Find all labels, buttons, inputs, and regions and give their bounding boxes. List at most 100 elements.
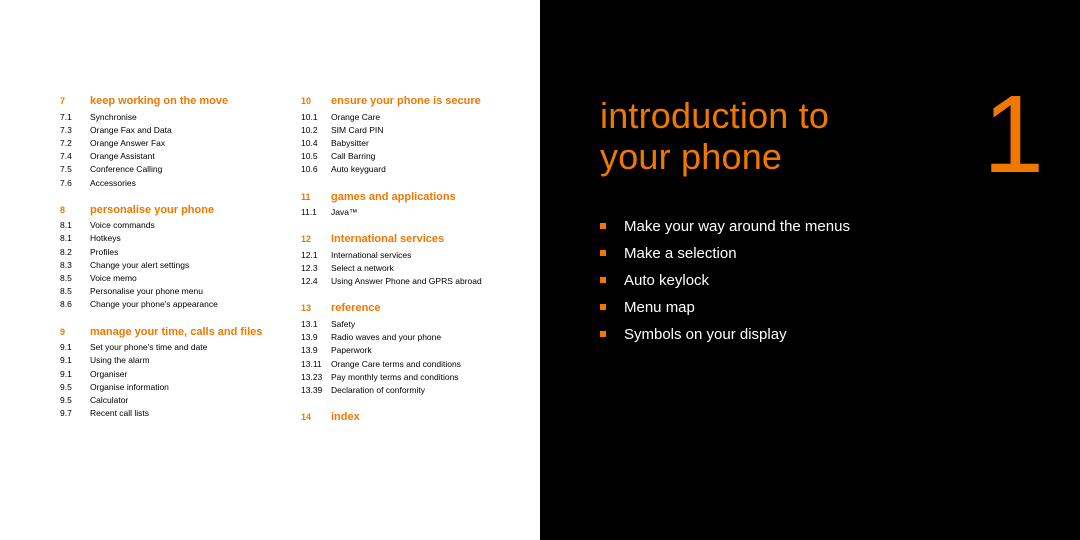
toc-entry: Synchronise (90, 111, 137, 124)
left-page: 7 keep working on the move 7.1Synchronis… (0, 0, 540, 540)
toc-entry: Conference Calling (90, 163, 162, 176)
toc-entry-num: 9.7 (60, 407, 90, 420)
toc-entry-num: 7.4 (60, 150, 90, 163)
toc-entry-num: 13.9 (301, 344, 331, 357)
toc-entry: Paperwork (331, 344, 372, 357)
toc-entry: Orange Care (331, 111, 380, 124)
toc-entry-num: 10.6 (301, 163, 331, 176)
toc-heading: reference (331, 302, 381, 315)
toc-entry: Voice memo (90, 272, 137, 285)
toc-entry: Safety (331, 318, 355, 331)
toc-entry-num: 10.1 (301, 111, 331, 124)
toc-entry-num: 9.1 (60, 354, 90, 367)
toc-chapter-number: 14 (301, 412, 331, 422)
toc-entry-num: 13.9 (301, 331, 331, 344)
toc-entry-num: 12.4 (301, 275, 331, 288)
square-bullet-icon (600, 331, 606, 337)
toc-entry: Change your phone's appearance (90, 298, 218, 311)
chapter-title-line1: introduction to (600, 95, 829, 136)
bullet-text: Make your way around the menus (624, 218, 850, 235)
toc-entry: Orange Answer Fax (90, 137, 165, 150)
toc-section: 14 index (301, 411, 510, 424)
toc-entry: Personalise your phone menu (90, 285, 203, 298)
toc-entry-num: 9.1 (60, 341, 90, 354)
toc-entry: Java™ (331, 206, 357, 219)
toc-entry: Calculator (90, 394, 128, 407)
toc-entry: Using Answer Phone and GPRS abroad (331, 275, 482, 288)
toc-entry: Set your phone's time and date (90, 341, 207, 354)
toc-heading: personalise your phone (90, 204, 214, 217)
toc-section: 8 personalise your phone 8.1Voice comman… (60, 204, 269, 312)
toc-entry-num: 8.5 (60, 272, 90, 285)
toc-entry: Pay monthly terms and conditions (331, 371, 459, 384)
toc-entry-num: 8.1 (60, 219, 90, 232)
toc-section: 7 keep working on the move 7.1Synchronis… (60, 95, 269, 190)
toc-entry: Select a network (331, 262, 394, 275)
toc-chapter-number: 11 (301, 192, 331, 202)
toc-entry-num: 7.2 (60, 137, 90, 150)
toc-entry-num: 8.2 (60, 246, 90, 259)
toc-chapter-number: 12 (301, 234, 331, 244)
toc-entry: Voice commands (90, 219, 155, 232)
toc-section: 11 games and applications 11.1Java™ (301, 191, 510, 220)
toc-section: 10 ensure your phone is secure 10.1Orang… (301, 95, 510, 177)
toc-entry-num: 7.1 (60, 111, 90, 124)
right-page: 1 introduction to your phone Make your w… (540, 0, 1080, 540)
bullet-text: Auto keylock (624, 272, 709, 289)
toc-entry: Hotkeys (90, 232, 121, 245)
toc-entry: Orange Fax and Data (90, 124, 172, 137)
bullet-text: Menu map (624, 299, 695, 316)
toc-entry-num: 8.1 (60, 232, 90, 245)
bullet-text: Symbols on your display (624, 326, 787, 343)
toc-entry: International services (331, 249, 411, 262)
toc-entry: Organiser (90, 368, 127, 381)
toc-entry-num: 10.4 (301, 137, 331, 150)
toc-entry: Declaration of conformity (331, 384, 425, 397)
toc-chapter-number: 9 (60, 327, 90, 337)
toc-entry-num: 7.6 (60, 177, 90, 190)
bullet-text: Make a selection (624, 245, 737, 262)
chapter-title-line2: your phone (600, 136, 782, 177)
toc-chapter-number: 8 (60, 205, 90, 215)
chapter-bullet-list: Make your way around the menus Make a se… (600, 218, 1040, 343)
toc-entry: Accessories (90, 177, 136, 190)
toc-entry-num: 9.1 (60, 368, 90, 381)
chapter-number: 1 (983, 80, 1044, 190)
toc-entry-num: 7.3 (60, 124, 90, 137)
toc-entry-num: 7.5 (60, 163, 90, 176)
toc-heading: ensure your phone is secure (331, 95, 481, 108)
toc-entry-num: 10.2 (301, 124, 331, 137)
list-item: Make a selection (600, 245, 1040, 262)
toc-chapter-number: 10 (301, 96, 331, 106)
toc-entry-num: 13.1 (301, 318, 331, 331)
toc-entry: Call Barring (331, 150, 375, 163)
toc-chapter-number: 7 (60, 96, 90, 106)
chapter-title: introduction to your phone (600, 95, 1040, 178)
toc-entry-num: 8.6 (60, 298, 90, 311)
list-item: Auto keylock (600, 272, 1040, 289)
square-bullet-icon (600, 277, 606, 283)
toc-entry: Recent call lists (90, 407, 149, 420)
toc-section: 9 manage your time, calls and files 9.1S… (60, 326, 269, 421)
toc-entry-num: 8.3 (60, 259, 90, 272)
toc-entry: Organise information (90, 381, 169, 394)
toc-entry: SIM Card PIN (331, 124, 383, 137)
toc-entry-num: 12.3 (301, 262, 331, 275)
toc-column-2: 10 ensure your phone is secure 10.1Orang… (301, 95, 510, 438)
list-item: Symbols on your display (600, 326, 1040, 343)
toc-entry-num: 10.5 (301, 150, 331, 163)
list-item: Menu map (600, 299, 1040, 316)
toc-entry-num: 13.23 (301, 371, 331, 384)
toc-heading: games and applications (331, 191, 456, 204)
toc-entry: Babysitter (331, 137, 369, 150)
list-item: Make your way around the menus (600, 218, 1040, 235)
square-bullet-icon (600, 250, 606, 256)
toc-heading: keep working on the move (90, 95, 228, 108)
toc-entry-num: 9.5 (60, 381, 90, 394)
toc-heading: International services (331, 233, 444, 246)
toc-entry-num: 9.5 (60, 394, 90, 407)
page-spread: 7 keep working on the move 7.1Synchronis… (0, 0, 1080, 540)
toc-entry-num: 12.1 (301, 249, 331, 262)
toc-entry: Orange Assistant (90, 150, 155, 163)
toc-column-1: 7 keep working on the move 7.1Synchronis… (60, 95, 269, 438)
